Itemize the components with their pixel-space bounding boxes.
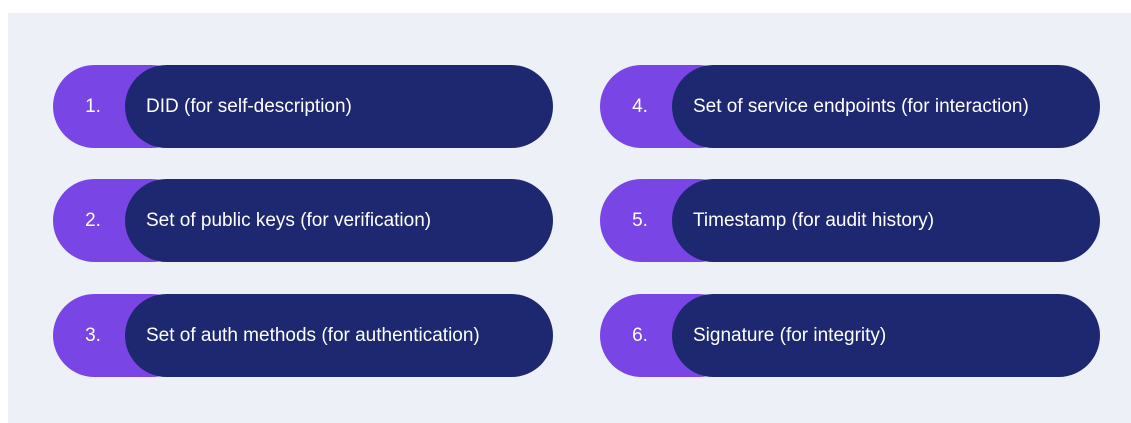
list-item-6: 6. Signature (for integrity) bbox=[600, 294, 1100, 377]
list-item-4: 4. Set of service endpoints (for interac… bbox=[600, 65, 1100, 148]
item-label-6: Signature (for integrity) bbox=[672, 294, 1100, 377]
item-label-1: DID (for self-description) bbox=[125, 65, 553, 148]
list-item-5: 5. Timestamp (for audit history) bbox=[600, 179, 1100, 262]
item-label-5: Timestamp (for audit history) bbox=[672, 179, 1100, 262]
item-number-6: 6. bbox=[632, 325, 648, 346]
list-item-1: 1. DID (for self-description) bbox=[53, 65, 553, 148]
list-item-3: 3. Set of auth methods (for authenticati… bbox=[53, 294, 553, 377]
item-label-4: Set of service endpoints (for interactio… bbox=[672, 65, 1100, 148]
item-number-4: 4. bbox=[632, 96, 648, 117]
item-number-2: 2. bbox=[85, 210, 101, 231]
item-number-1: 1. bbox=[85, 96, 101, 117]
item-number-5: 5. bbox=[632, 210, 648, 231]
list-item-2: 2. Set of public keys (for verification) bbox=[53, 179, 553, 262]
item-number-3: 3. bbox=[85, 325, 101, 346]
diagram-panel: 1. DID (for self-description) 2. Set of … bbox=[8, 13, 1131, 423]
item-label-2: Set of public keys (for verification) bbox=[125, 179, 553, 262]
item-label-3: Set of auth methods (for authentication) bbox=[125, 294, 553, 377]
